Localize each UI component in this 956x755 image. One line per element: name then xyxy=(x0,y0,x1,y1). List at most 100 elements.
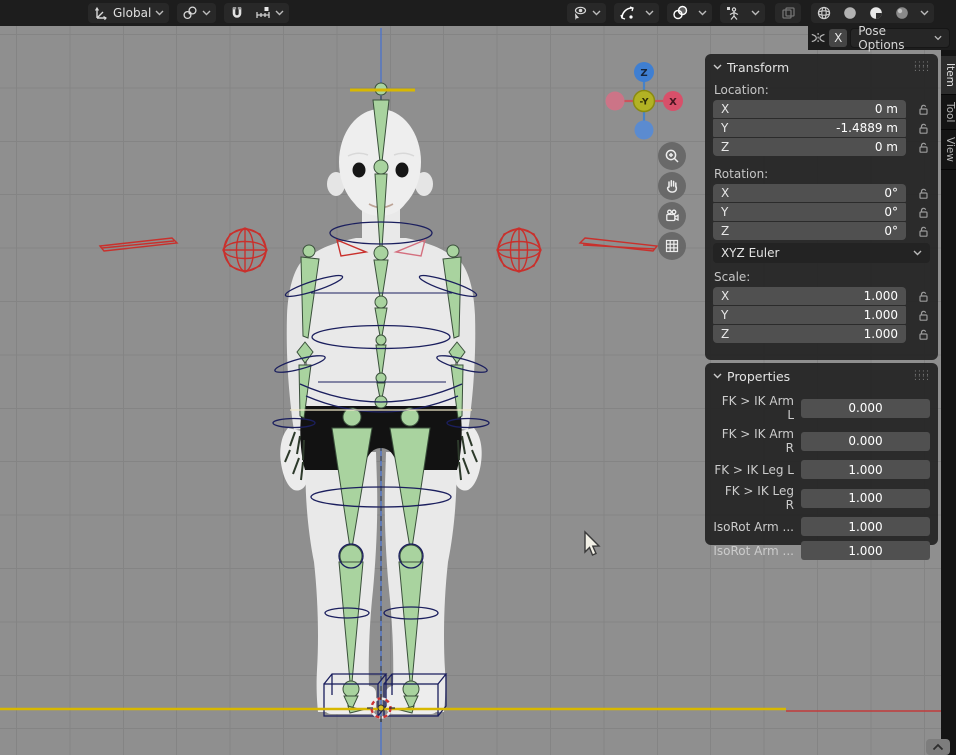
pivot-point-icon xyxy=(182,5,198,21)
toggle-perspective-button[interactable] xyxy=(658,232,686,260)
tab-item[interactable]: Item xyxy=(941,56,956,95)
fk-ik-arm-r-slider[interactable]: 0.000 xyxy=(801,432,930,451)
shading-wireframe-button[interactable] xyxy=(811,3,837,23)
expand-panel-button[interactable] xyxy=(926,739,950,755)
pose-display-dropdown[interactable] xyxy=(746,3,765,23)
fk-ik-leg-l-slider[interactable]: 1.000 xyxy=(801,460,930,479)
magnet-icon xyxy=(229,5,245,21)
axis-label: Z xyxy=(721,140,729,154)
property-label: IsoRot Arm ... xyxy=(713,544,801,558)
tab-view[interactable]: View xyxy=(941,130,956,170)
axis-value: 0° xyxy=(729,224,898,238)
fk-ik-leg-r-slider[interactable]: 1.000 xyxy=(801,489,930,508)
xray-icon xyxy=(780,5,796,21)
transform-orientation-dropdown[interactable]: Global xyxy=(88,3,169,23)
axis-value: -1.4889 m xyxy=(728,121,898,135)
show-gizmo-toggle[interactable] xyxy=(614,3,640,23)
shading-material-button[interactable] xyxy=(863,3,889,23)
chevron-up-icon xyxy=(932,743,944,751)
rotation-y-field[interactable]: Y 0° xyxy=(713,203,906,221)
chevron-down-icon xyxy=(913,250,922,256)
property-label: FK > IK Leg R xyxy=(713,484,801,512)
tab-tool[interactable]: Tool xyxy=(941,95,956,130)
blender-window: Global xyxy=(0,0,956,755)
fk-ik-arm-l-slider[interactable]: 0.000 xyxy=(801,399,930,418)
object-visibility-dropdown[interactable] xyxy=(567,3,606,23)
rotation-mode-value: XYZ Euler xyxy=(721,246,913,260)
panel-collapse-chevron-icon[interactable] xyxy=(713,64,722,70)
scale-z-field[interactable]: Z 1.000 xyxy=(713,325,906,343)
wireframe-sphere-icon xyxy=(816,5,832,21)
grid-ortho-icon xyxy=(664,238,680,254)
pan-button[interactable] xyxy=(658,172,686,200)
pose-options-dropdown[interactable]: Pose Options xyxy=(850,28,950,48)
isorot-arm-slider-2[interactable]: 1.000 xyxy=(801,541,930,560)
rotation-z-field[interactable]: Z 0° xyxy=(713,222,906,240)
axis-label: X xyxy=(721,289,729,303)
property-label: FK > IK Arm L xyxy=(713,394,801,422)
lock-open-icon[interactable] xyxy=(917,187,930,200)
axis-label: Y xyxy=(721,308,728,322)
panel-title: Transform xyxy=(727,60,914,75)
lock-open-icon[interactable] xyxy=(917,141,930,154)
lock-open-icon[interactable] xyxy=(917,225,930,238)
navigation-gizmo[interactable]: Z X -Y xyxy=(604,61,684,141)
isorot-arm-slider-1[interactable]: 1.000 xyxy=(801,517,930,536)
lock-open-icon[interactable] xyxy=(917,206,930,219)
x-mirror-toggle[interactable]: X xyxy=(829,29,847,47)
pose-display-toggle[interactable] xyxy=(720,3,746,23)
axis-value: 1.000 xyxy=(729,289,898,303)
gizmo-neg-y-label: -Y xyxy=(640,98,649,108)
panel-drag-grip[interactable]: :::::::: xyxy=(914,371,930,381)
pose-options-label: Pose Options xyxy=(858,24,928,52)
axis-value: 0 m xyxy=(729,102,898,116)
gizmo-axis-z-negative[interactable] xyxy=(635,121,654,140)
overlays-dropdown[interactable] xyxy=(693,3,712,23)
lock-open-icon[interactable] xyxy=(917,103,930,116)
chevron-down-icon xyxy=(751,10,760,16)
gizmo-x-label: X xyxy=(669,97,677,108)
gizmo-axis-x-negative[interactable] xyxy=(606,92,625,111)
gizmo-dropdown[interactable] xyxy=(640,3,659,23)
axis-label: Z xyxy=(721,327,729,341)
scale-x-field[interactable]: X 1.000 xyxy=(713,287,906,305)
show-overlays-toggle[interactable] xyxy=(667,3,693,23)
scale-y-field[interactable]: Y 1.000 xyxy=(713,306,906,324)
shading-rendered-button[interactable] xyxy=(889,3,915,23)
gizmo-z-label: Z xyxy=(640,68,647,79)
viewport-header: Global xyxy=(0,0,956,26)
rotation-x-field[interactable]: X 0° xyxy=(713,184,906,202)
location-y-field[interactable]: Y -1.4889 m xyxy=(713,119,906,137)
scale-label: Scale: xyxy=(705,267,938,287)
solid-sphere-icon xyxy=(842,5,858,21)
panel-title: Properties xyxy=(727,369,914,384)
axis-value: 1.000 xyxy=(728,308,898,322)
lock-open-icon[interactable] xyxy=(917,290,930,303)
lock-open-icon[interactable] xyxy=(917,309,930,322)
lock-open-icon[interactable] xyxy=(917,328,930,341)
toggle-xray-button[interactable] xyxy=(775,3,801,23)
shading-solid-button[interactable] xyxy=(837,3,863,23)
chevron-down-icon xyxy=(202,10,211,16)
panel-collapse-chevron-icon[interactable] xyxy=(713,373,722,379)
gizmo-icon xyxy=(619,5,635,21)
pivot-point-dropdown[interactable] xyxy=(177,3,216,23)
snap-target-dropdown[interactable] xyxy=(250,3,289,23)
zoom-button[interactable] xyxy=(658,142,686,170)
transform-panel: Transform :::::::: Location: X 0 m Y -1.… xyxy=(705,54,938,360)
chevron-down-icon xyxy=(645,10,654,16)
panel-drag-grip[interactable]: :::::::: xyxy=(914,62,930,72)
rotation-mode-dropdown[interactable]: XYZ Euler xyxy=(713,243,930,263)
orientation-global-icon xyxy=(93,5,109,21)
material-sphere-icon xyxy=(868,5,884,21)
mirror-icon xyxy=(810,30,826,46)
location-z-field[interactable]: Z 0 m xyxy=(713,138,906,156)
axis-value: 1.000 xyxy=(729,327,898,341)
shading-dropdown[interactable] xyxy=(915,3,934,23)
location-x-field[interactable]: X 0 m xyxy=(713,100,906,118)
camera-view-button[interactable] xyxy=(658,202,686,230)
sidebar-tab-strip: Item Tool View xyxy=(941,26,956,755)
lock-open-icon[interactable] xyxy=(917,122,930,135)
snap-toggle-button[interactable] xyxy=(224,3,250,23)
axis-value: 0 m xyxy=(729,140,898,154)
